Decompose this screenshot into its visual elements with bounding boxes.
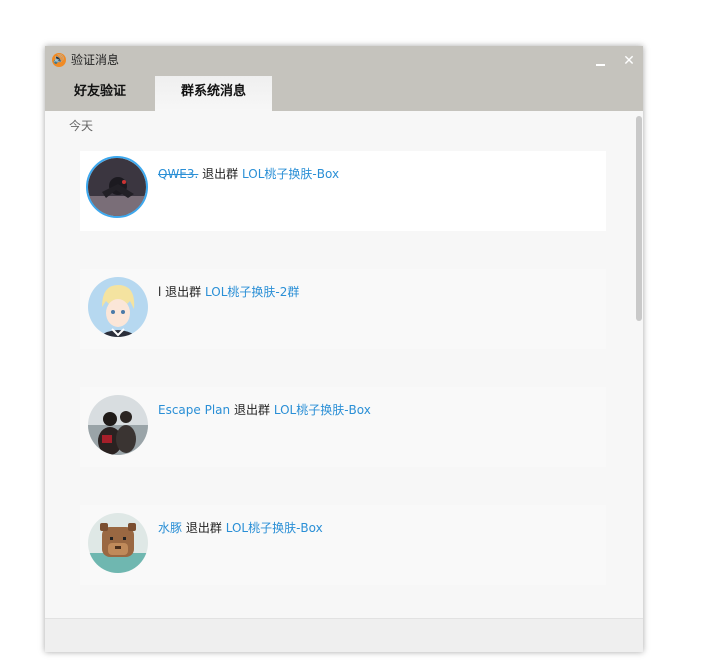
- list-item: QWE3. 退出群 LOL桃子换肤-Box: [80, 151, 606, 231]
- user-link[interactable]: QWE3.: [158, 167, 198, 181]
- group-link[interactable]: LOL桃子换肤-Box: [242, 167, 339, 181]
- verification-message-window: 🔊 验证消息 ✕ 好友验证 群系统消息 今天 QWE3. 退出群 LOL桃子换肤…: [45, 46, 643, 652]
- close-button[interactable]: ✕: [621, 53, 637, 69]
- message-text: Escape Plan 退出群 LOL桃子换肤-Box: [158, 401, 371, 418]
- anime-blond-avatar[interactable]: [88, 277, 148, 337]
- vertical-scrollbar[interactable]: [635, 111, 643, 618]
- action-text: 退出群: [185, 521, 222, 535]
- group-link[interactable]: LOL桃子换肤-Box: [274, 403, 371, 417]
- group-link[interactable]: LOL桃子换肤-Box: [226, 521, 323, 535]
- list-item: Escape Plan 退出群 LOL桃子换肤-Box: [80, 387, 606, 467]
- footer-bar: [45, 618, 643, 652]
- user-link[interactable]: 水豚: [158, 521, 182, 535]
- message-list: 今天 QWE3. 退出群 LOL桃子换肤-Box l 退出群 LOL桃子换肤-2…: [45, 111, 643, 618]
- speaker-icon: 🔊: [52, 53, 66, 67]
- window-title: 验证消息: [71, 53, 120, 67]
- couple-photo-avatar[interactable]: [88, 395, 148, 455]
- group-link[interactable]: LOL桃子换肤-2群: [205, 285, 299, 299]
- scrollbar-thumb[interactable]: [636, 116, 642, 321]
- minimize-button[interactable]: [592, 53, 608, 69]
- message-text: 水豚 退出群 LOL桃子换肤-Box: [158, 519, 323, 536]
- dark-drawing-avatar[interactable]: [86, 156, 148, 218]
- title-bar[interactable]: 🔊 验证消息 ✕ 好友验证 群系统消息: [45, 46, 643, 111]
- tab-group-system-messages[interactable]: 群系统消息: [155, 76, 272, 111]
- action-text: 退出群: [202, 167, 239, 181]
- tab-friend-verification[interactable]: 好友验证: [45, 76, 155, 111]
- user-name[interactable]: l: [158, 285, 161, 299]
- message-text: l 退出群 LOL桃子换肤-2群: [158, 283, 299, 300]
- list-item: 水豚 退出群 LOL桃子换肤-Box: [80, 505, 606, 585]
- user-link[interactable]: Escape Plan: [158, 403, 230, 417]
- action-text: 退出群: [233, 403, 270, 417]
- list-item: l 退出群 LOL桃子换肤-2群: [80, 269, 606, 349]
- action-text: 退出群: [165, 285, 202, 299]
- message-text: QWE3. 退出群 LOL桃子换肤-Box: [158, 165, 339, 182]
- date-label: 今天: [69, 119, 94, 133]
- capybara-avatar[interactable]: [88, 513, 148, 573]
